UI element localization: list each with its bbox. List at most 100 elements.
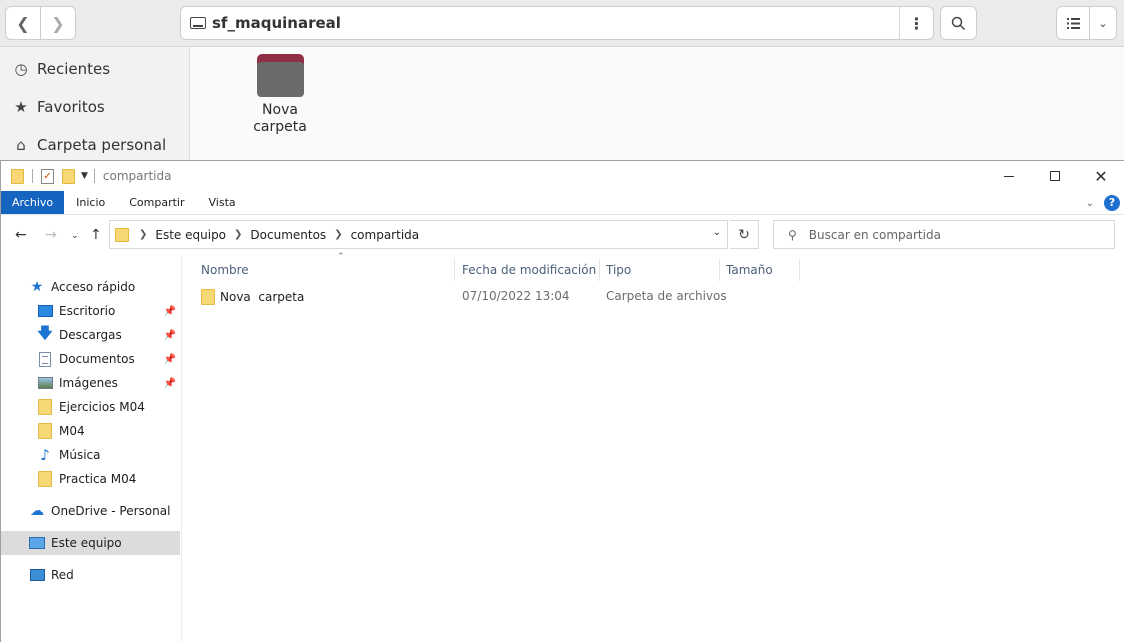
breadcrumb-separator[interactable]: ❯ <box>334 229 342 240</box>
tab-inicio[interactable]: Inicio <box>64 191 117 214</box>
nav-item-label: Documentos <box>59 352 135 366</box>
nav-item-label: Imágenes <box>59 376 118 390</box>
refresh-icon: ↻ <box>738 226 750 243</box>
tab-archivo[interactable]: Archivo <box>1 191 65 214</box>
maximize-button[interactable] <box>1032 161 1078 191</box>
pin-icon[interactable]: 📌 <box>164 378 176 389</box>
file-date: 07/10/2022 13:04 <box>462 289 570 303</box>
column-header-nombre[interactable]: Nombre ⌃ <box>201 252 345 285</box>
close-button[interactable]: ✕ <box>1078 161 1124 191</box>
column-header-fecha[interactable]: Fecha de modificación <box>462 255 596 285</box>
folder-name-line2: carpeta <box>253 119 307 135</box>
forward-button[interactable]: ❯ <box>40 6 76 40</box>
up-arrow-icon[interactable]: ↑ <box>90 227 102 243</box>
folder-icon <box>38 423 52 439</box>
folder-icon <box>38 471 52 487</box>
search-icon <box>951 16 966 30</box>
network-icon-wrap <box>29 567 45 583</box>
nav-item-quick-access[interactable]: ★ Acceso rápido <box>1 275 180 299</box>
document-icon-wrap <box>37 351 53 367</box>
nav-item-ejercicios-m04[interactable]: Ejercicios M04 <box>1 395 180 419</box>
download-icon: 🡇 <box>37 323 53 342</box>
nav-item-documentos[interactable]: Documentos 📌 <box>1 347 180 371</box>
help-icon[interactable]: ? <box>1104 195 1120 211</box>
nav-item-label: Ejercicios M04 <box>59 400 145 414</box>
breadcrumb-este-equipo[interactable]: Este equipo <box>155 228 226 242</box>
list-view-icon <box>1066 17 1080 29</box>
close-icon: ✕ <box>1094 166 1108 186</box>
nav-item-label: M04 <box>59 424 85 438</box>
search-box[interactable]: ⚲ Buscar en compartida <box>773 220 1115 249</box>
chevron-down-icon[interactable]: ⌄ <box>713 227 721 238</box>
breadcrumb-compartida[interactable]: compartida <box>351 228 420 242</box>
table-row[interactable]: Nova carpeta 07/10/2022 13:04 Carpeta de… <box>183 285 1124 307</box>
sidebar-item-label: Favoritos <box>37 98 105 116</box>
star-icon: ★ <box>14 98 28 116</box>
column-divider[interactable] <box>799 259 800 281</box>
home-icon: ⌂ <box>16 136 26 154</box>
breadcrumb-separator[interactable]: ❯ <box>139 229 147 240</box>
column-divider[interactable] <box>454 259 455 281</box>
refresh-button[interactable]: ↻ <box>730 220 759 249</box>
nav-item-m04[interactable]: M04 <box>1 419 180 443</box>
pin-icon[interactable]: 📌 <box>164 354 176 365</box>
back-arrow-icon[interactable]: ← <box>15 227 27 243</box>
customize-toolbar-icon[interactable]: ▼ <box>81 171 88 181</box>
view-toggle-button[interactable] <box>1056 6 1090 40</box>
column-divider[interactable] <box>599 259 600 281</box>
forward-arrow-icon[interactable]: → <box>45 227 57 243</box>
tab-vista[interactable]: Vista <box>197 191 248 214</box>
path-bar[interactable]: sf_maquinareal ⋮ <box>180 6 934 40</box>
nav-item-onedrive[interactable]: ☁ OneDrive - Personal <box>1 499 180 523</box>
folder-icon <box>38 399 52 415</box>
tab-compartir[interactable]: Compartir <box>117 191 196 214</box>
breadcrumb-documentos[interactable]: Documentos <box>250 228 326 242</box>
sidebar-item-home[interactable]: ⌂ Carpeta personal <box>12 136 166 154</box>
expand-ribbon-icon[interactable]: ⌄ <box>1086 198 1094 209</box>
path-menu-button[interactable]: ⋮ <box>899 7 933 39</box>
column-label: Nombre <box>201 263 249 277</box>
nav-item-descargas[interactable]: 🡇 Descargas 📌 <box>1 323 180 347</box>
folder-icon-wrap <box>37 471 53 487</box>
column-header-tamano[interactable]: Tamaño <box>726 255 773 285</box>
ribbon-controls: ⌄ ? <box>1086 195 1120 211</box>
nav-item-escritorio[interactable]: Escritorio 📌 <box>1 299 180 323</box>
sidebar-item-favorites[interactable]: ★ Favoritos <box>12 98 105 116</box>
nav-item-label: Música <box>59 448 101 462</box>
back-button[interactable]: ❮ <box>5 6 41 40</box>
nav-item-este-equipo[interactable]: Este equipo <box>1 531 180 555</box>
address-bar[interactable]: ❯ Este equipo ❯ Documentos ❯ compartida … <box>109 220 728 249</box>
nav-item-musica[interactable]: ♪ Música <box>1 443 180 467</box>
folder-icon <box>115 227 129 242</box>
nav-item-label: Red <box>51 568 74 582</box>
chevron-left-icon: ❮ <box>16 13 30 33</box>
nav-item-imagenes[interactable]: Imágenes 📌 <box>1 371 180 395</box>
sidebar-item-recent[interactable]: ◷ Recientes <box>12 60 110 78</box>
separator <box>32 169 33 183</box>
nav-item-practica-m04[interactable]: Practica M04 <box>1 467 180 491</box>
recent-locations-icon[interactable]: ⌄ <box>71 231 79 241</box>
column-divider[interactable] <box>719 259 720 281</box>
address-row: ← → ⌄ ↑ ❯ Este equipo ❯ Documentos ❯ com… <box>1 215 1124 255</box>
navigation-pane: ★ Acceso rápido Escritorio 📌 🡇 Descargas… <box>1 255 182 642</box>
nav-item-red[interactable]: Red <box>1 563 180 587</box>
explorer-window: ✓ ▼ compartida ✕ Archivo Inicio Comparti… <box>0 160 1124 642</box>
pin-icon[interactable]: 📌 <box>164 330 176 341</box>
column-label: Fecha de modificación <box>462 263 597 277</box>
pin-icon[interactable]: 📌 <box>164 306 176 317</box>
column-header-tipo[interactable]: Tipo <box>606 255 631 285</box>
new-folder-icon[interactable] <box>62 168 75 184</box>
minimize-button[interactable] <box>986 161 1032 191</box>
folder-icon <box>256 54 304 97</box>
breadcrumb-separator[interactable]: ❯ <box>234 229 242 240</box>
nautilus-sidebar: ◷ Recientes ★ Favoritos ⌂ Carpeta person… <box>0 47 190 161</box>
view-options-button[interactable]: ⌄ <box>1089 6 1117 40</box>
chevron-down-icon: ⌄ <box>1098 16 1108 30</box>
computer-icon <box>29 537 45 549</box>
chevron-right-icon: ❯ <box>51 13 65 33</box>
properties-icon[interactable]: ✓ <box>41 168 54 184</box>
search-button[interactable] <box>940 6 977 40</box>
folder-item[interactable]: Nova carpeta <box>240 54 320 136</box>
network-icon <box>29 569 45 581</box>
nav-item-label: Descargas <box>59 328 122 342</box>
